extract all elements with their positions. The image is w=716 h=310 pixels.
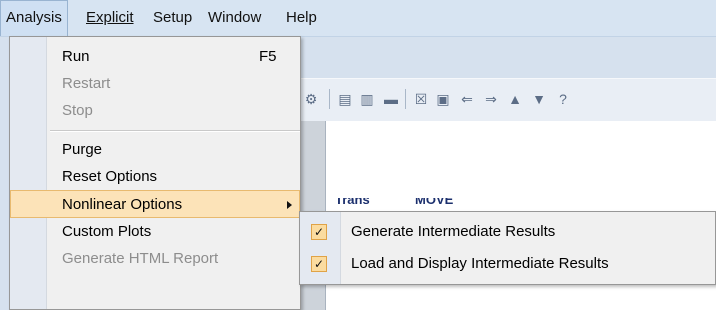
toolbar-separator — [329, 89, 330, 109]
nonlinear-options-submenu: ✓ Generate Intermediate Results ✓ Load a… — [299, 211, 716, 285]
arrow-right-icon[interactable]: ⇒ — [483, 91, 499, 107]
submenu-item-label: Load and Display Intermediate Results — [351, 255, 609, 272]
arrow-left-icon[interactable]: ⇐ — [459, 91, 475, 107]
obscured-heading: Trans MOVE — [335, 198, 495, 210]
menu-item-label: Nonlinear Options — [62, 196, 183, 213]
toolbar: ⚙ ▤ ▥ ▬ ☒ ▣ ⇐ ⇒ ▲ ▼ ? — [295, 78, 716, 122]
menu-item-run[interactable]: Run F5 — [10, 43, 300, 71]
menu-item-label: Run — [62, 48, 90, 65]
submenu-item-generate-intermediate-results[interactable]: ✓ Generate Intermediate Results — [300, 216, 715, 248]
menu-explicit-label: Explicit — [86, 9, 134, 26]
menu-item-label: Purge — [62, 141, 103, 158]
menu-item-reset-options[interactable]: Reset Options — [10, 163, 300, 191]
menu-item-label: Custom Plots — [62, 223, 152, 240]
menu-item-purge[interactable]: Purge — [10, 136, 300, 164]
chart-icon[interactable]: ▥ — [359, 91, 375, 107]
box-icon[interactable]: ☒ — [413, 91, 429, 107]
menu-item-restart[interactable]: Restart — [10, 70, 300, 98]
menu-separator — [50, 130, 300, 132]
checkmark-icon: ✓ — [311, 256, 327, 272]
menu-item-label: Reset Options — [62, 168, 158, 185]
panel-icon[interactable]: ▬ — [383, 91, 399, 107]
menu-item-stop[interactable]: Stop — [10, 97, 300, 125]
export-icon[interactable]: ▣ — [435, 91, 451, 107]
menu-item-nonlinear-options[interactable]: Nonlinear Options — [10, 190, 300, 218]
help-icon[interactable]: ? — [555, 91, 571, 107]
menubar: Analysis Explicit Setup Window Help — [0, 0, 716, 37]
chart-icon[interactable]: ▤ — [337, 91, 353, 107]
submenu-arrow-icon — [287, 201, 292, 209]
analysis-dropdown: Run F5 Restart Stop Purge Reset Options … — [9, 36, 301, 310]
triangle-icon[interactable]: ▲ — [507, 91, 523, 107]
triangle-icon[interactable]: ▼ — [531, 91, 547, 107]
menu-analysis[interactable]: Analysis — [0, 0, 68, 36]
menu-item-shortcut: F5 — [259, 48, 277, 65]
obscured-text-left: Trans — [335, 198, 370, 207]
menu-help[interactable]: Help — [281, 0, 322, 36]
menu-item-custom-plots[interactable]: Custom Plots — [10, 218, 300, 246]
toolbar-separator — [405, 89, 406, 109]
checkmark-icon: ✓ — [311, 224, 327, 240]
submenu-item-label: Generate Intermediate Results — [351, 223, 556, 240]
obscured-text-right: MOVE — [415, 198, 454, 207]
menu-item-label: Restart — [62, 75, 111, 92]
probe-icon[interactable]: ⚙ — [303, 91, 319, 107]
menu-window[interactable]: Window — [203, 0, 266, 36]
menu-item-label: Stop — [62, 102, 93, 119]
menu-setup[interactable]: Setup — [148, 0, 197, 36]
menu-explicit[interactable]: Explicit — [81, 0, 139, 36]
submenu-item-load-display-intermediate-results[interactable]: ✓ Load and Display Intermediate Results — [300, 248, 715, 280]
menu-item-generate-html-report[interactable]: Generate HTML Report — [10, 245, 300, 273]
menu-item-label: Generate HTML Report — [62, 250, 219, 267]
